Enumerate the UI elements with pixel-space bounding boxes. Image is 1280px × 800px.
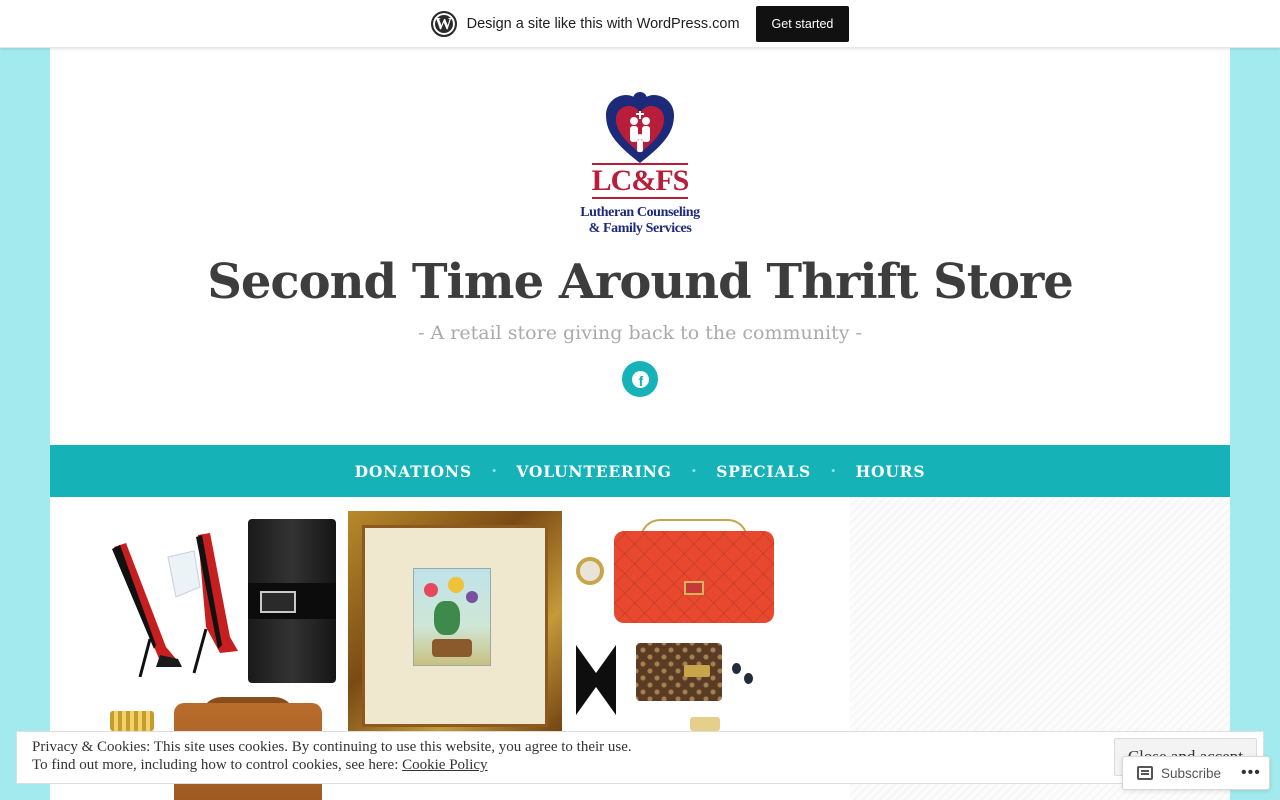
site-tagline: - A retail store giving back to the comm… [418, 322, 862, 344]
logo-org-name: Lutheran Counseling & Family Services [566, 205, 714, 237]
site-logo[interactable]: LC&FS Lutheran Counseling & Family Servi… [566, 91, 714, 241]
wordpress-banner-text: Design a site like this with WordPress.c… [466, 15, 740, 32]
subscribe-button[interactable]: Subscribe [1161, 766, 1221, 781]
logo-org-line2: & Family Services [588, 221, 692, 236]
site-title[interactable]: Second Time Around Thrift Store [50, 254, 1230, 310]
earrings-image [732, 663, 756, 687]
nav-separator: • [491, 463, 497, 478]
nav-separator: • [831, 463, 836, 478]
bag-clasp [684, 581, 704, 595]
facebook-icon: f [631, 370, 649, 388]
nav-item-donations[interactable]: DONATIONS [355, 462, 472, 481]
cookie-line-2: To find out more, including how to contr… [32, 756, 932, 774]
red-heels-image [112, 533, 238, 677]
main-navigation: DONATIONS • VOLUNTEERING • SPECIALS • HO… [50, 445, 1230, 497]
small-watch-image [690, 717, 720, 731]
subscribe-widget: Subscribe ••• [1122, 756, 1270, 790]
logo-letters: LC&FS [591, 164, 690, 197]
bow-tie-image [576, 645, 616, 715]
nav-item-volunteering[interactable]: VOLUNTEERING [516, 462, 671, 481]
cookie-text: Privacy & Cookies: This site uses cookie… [32, 738, 932, 774]
logo-wordmark: LC&FS [591, 163, 690, 199]
wordpress-banner: W Design a site like this with WordPress… [0, 0, 1280, 48]
wallet-tab [684, 665, 710, 677]
more-options-icon[interactable]: ••• [1241, 765, 1261, 781]
nav-item-hours[interactable]: HOURS [856, 462, 926, 481]
get-started-button[interactable]: Get started [755, 5, 850, 42]
cookie-policy-link[interactable]: Cookie Policy [402, 757, 487, 773]
site-page: LC&FS Lutheran Counseling & Family Servi… [50, 48, 1230, 800]
logo-org-line1: Lutheran Counseling [580, 205, 700, 220]
cookie-line-1: Privacy & Cookies: This site uses cookie… [32, 739, 632, 755]
cookie-banner: Privacy & Cookies: This site uses cookie… [16, 731, 1264, 784]
gold-watch-image [576, 557, 604, 585]
black-clutch-image [248, 519, 336, 683]
site-header: LC&FS Lutheran Counseling & Family Servi… [50, 48, 1230, 445]
heart-family-icon [606, 92, 674, 163]
nav-item-specials[interactable]: SPECIALS [716, 462, 811, 481]
gold-cuff-image [110, 711, 154, 731]
facebook-link[interactable]: f [622, 361, 658, 397]
nav-separator: • [691, 463, 697, 478]
cookie-line-2-prefix: To find out more, including how to contr… [32, 757, 403, 773]
wordpress-icon[interactable]: W [430, 10, 457, 37]
framed-art-image [348, 511, 562, 741]
red-quilted-bag-image [614, 531, 774, 623]
reader-icon[interactable] [1137, 766, 1153, 780]
